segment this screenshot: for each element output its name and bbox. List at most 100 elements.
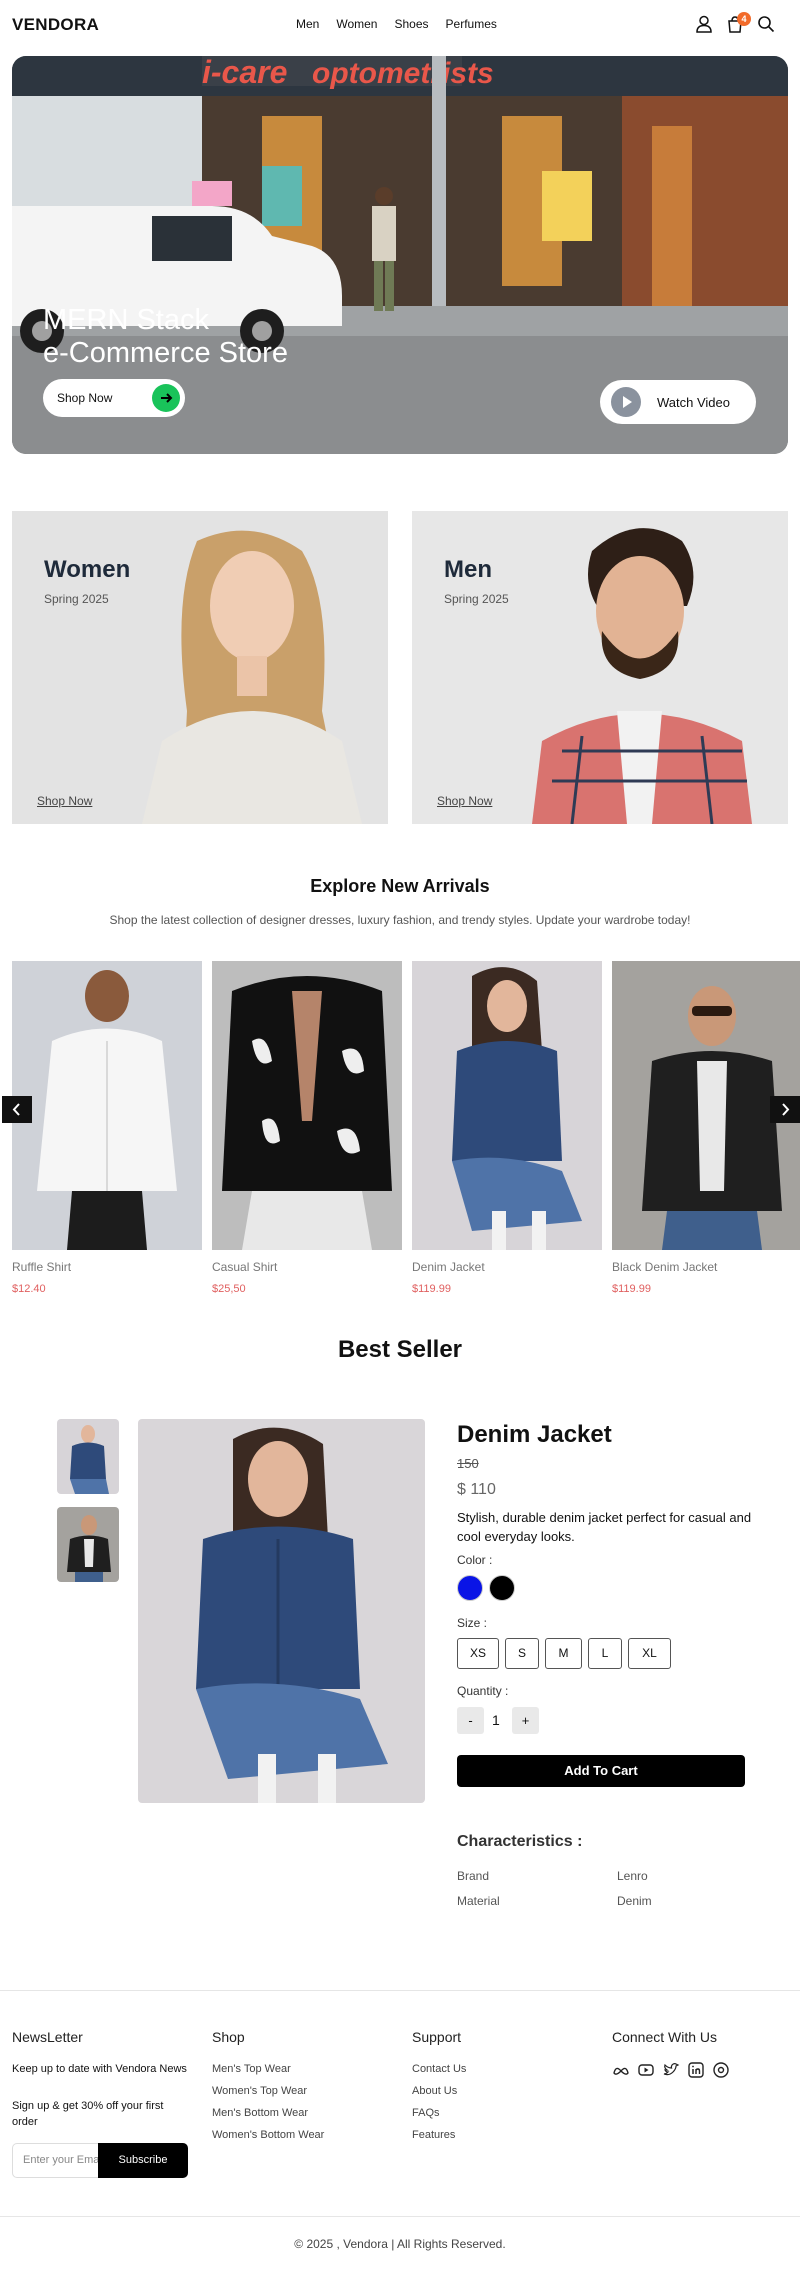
watch-video-label: Watch Video [657,395,730,410]
product-name: Black Denim Jacket [612,1260,718,1274]
newsletter-offer: Sign up & get 30% off your first order [12,2100,164,2128]
storefront-sign-left: i-care [202,56,287,90]
footer-link[interactable]: Men's Bottom Wear [212,2107,308,2119]
characteristic-key: Brand [457,1869,490,1883]
footer-link[interactable]: Contact Us [412,2063,466,2075]
product-card[interactable]: Black Denim Jacket $119.99 [612,961,800,1295]
logo[interactable]: VENDORA [12,15,99,35]
carousel-next-button[interactable] [770,1096,800,1123]
product-description: Stylish, durable denim jacket perfect fo… [457,1510,752,1544]
color-label: Color : [457,1553,493,1567]
nav-shoes[interactable]: Shoes [394,17,428,31]
subscribe-button[interactable]: Subscribe [98,2143,188,2178]
play-icon [611,387,641,417]
size-option-m[interactable]: M [545,1638,582,1669]
product-card[interactable]: Denim Jacket $119.99 [412,961,602,1295]
footer-link[interactable]: Men's Top Wear [212,2063,291,2075]
category-shop-link[interactable]: Shop Now [37,794,92,808]
category-title: Men [444,556,492,583]
size-option-xs[interactable]: XS [457,1638,499,1669]
category-subtitle: Spring 2025 [444,592,509,606]
footer-connect-title: Connect With Us [612,2029,718,2045]
product-card[interactable]: Casual Shirt $25,50 [212,961,402,1295]
watch-video-button[interactable]: Watch Video [600,380,756,424]
hero-title-line1: MERN Stack [43,304,209,336]
nav-women[interactable]: Women [336,17,377,31]
chevron-right-icon [782,1103,790,1116]
meta-icon[interactable] [612,2061,630,2079]
quantity-decrease-button[interactable]: - [457,1707,484,1734]
product-image [12,961,202,1250]
category-card-men[interactable]: Men Spring 2025 Shop Now [412,511,788,824]
quantity-increase-button[interactable]: + [512,1707,539,1734]
size-label: Size : [457,1616,488,1630]
thumbnail-image[interactable] [57,1419,119,1494]
category-subtitle: Spring 2025 [44,592,109,606]
sale-price: $ 110 [457,1481,496,1498]
size-option-s[interactable]: S [505,1638,539,1669]
footer-link[interactable]: Features [412,2129,455,2141]
hero-title: MERN Stack e-Commerce Store [43,304,288,370]
site-header: VENDORA Men Women Shoes Perfumes 4 [0,0,800,50]
newsletter-title: NewsLetter [12,2029,83,2045]
add-to-cart-button[interactable]: Add To Cart [457,1755,745,1787]
product-title: Denim Jacket [457,1421,612,1448]
footer-divider [0,1990,800,1991]
twitter-icon[interactable] [662,2061,680,2079]
product-price: $119.99 [412,1283,451,1295]
original-price: 150 [457,1456,479,1471]
color-swatch-black[interactable] [489,1575,515,1601]
category-shop-link[interactable]: Shop Now [437,794,492,808]
shop-now-label: Shop Now [57,391,113,405]
product-image [412,961,602,1250]
footer-link[interactable]: Women's Bottom Wear [212,2129,324,2141]
hero-banner: i-care optometrists MERN Stack e-Commerc… [12,56,788,454]
hero-shop-now-button[interactable]: Shop Now [43,379,185,417]
arrivals-subtitle: Shop the latest collection of designer d… [109,913,691,927]
hero-title-line2: e-Commerce Store [43,337,288,369]
size-option-l[interactable]: L [588,1638,622,1669]
product-main-image [138,1419,425,1803]
quantity-value: 1 [492,1712,500,1728]
user-icon[interactable] [694,14,714,34]
characteristic-value: Denim [617,1894,652,1908]
category-card-women[interactable]: Women Spring 2025 Shop Now [12,511,388,824]
product-price: $119.99 [612,1283,651,1295]
quantity-label: Quantity : [457,1684,509,1698]
category-title: Women [44,556,131,583]
copyright-text: © 2025 , Vendora | All Rights Reserved. [294,2237,506,2251]
product-name: Casual Shirt [212,1260,278,1274]
arrivals-title: Explore New Arrivals [310,876,490,896]
carousel-prev-button[interactable] [2,1096,32,1123]
product-name: Denim Jacket [412,1260,485,1274]
main-nav: Men Women Shoes Perfumes [296,17,497,31]
thumbnail-image[interactable] [57,1507,119,1582]
product-card[interactable]: Ruffle Shirt $12.40 [12,961,202,1295]
footer-support-title: Support [412,2029,462,2045]
search-icon[interactable] [756,14,776,34]
storefront-sign-right: optometrists [312,57,494,90]
footer-shop-title: Shop [212,2029,245,2045]
youtube-icon[interactable] [637,2061,655,2079]
nav-perfumes[interactable]: Perfumes [446,17,497,31]
product-image [212,961,402,1250]
footer-link[interactable]: Women's Top Wear [212,2085,307,2097]
product-price: $12.40 [12,1283,46,1295]
arrow-right-icon [152,384,180,412]
cart-count-badge: 4 [737,12,751,26]
footer-link[interactable]: About Us [412,2085,457,2097]
nav-men[interactable]: Men [296,17,319,31]
newsletter-email-input[interactable]: Enter your Email [12,2143,100,2178]
characteristic-value: Lenro [617,1869,648,1883]
chevron-left-icon [12,1103,20,1116]
best-seller-title: Best Seller [337,1336,463,1363]
newsletter-text: Keep up to date with Vendora News [12,2063,187,2075]
product-name: Ruffle Shirt [12,1260,72,1274]
color-swatch-blue[interactable] [457,1575,483,1601]
footer-link[interactable]: FAQs [412,2107,440,2119]
linkedin-icon[interactable] [687,2061,705,2079]
characteristics-title: Characteristics : [457,1833,583,1850]
threads-icon[interactable] [712,2061,730,2079]
footer-bottom-divider [0,2216,800,2217]
size-option-xl[interactable]: XL [628,1638,671,1669]
